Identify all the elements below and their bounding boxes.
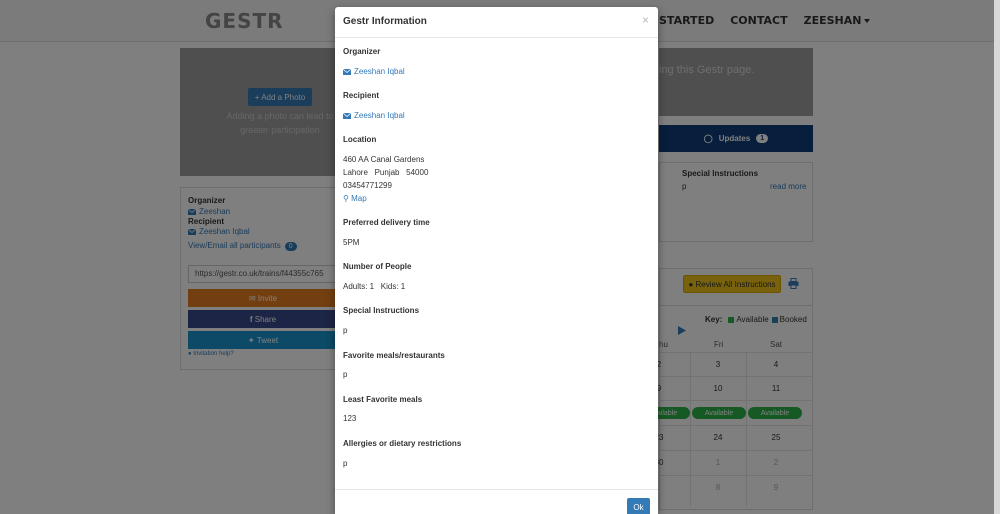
favorite-meals-label: Favorite meals/restaurants — [343, 351, 445, 360]
least-favorite-label: Least Favorite meals — [343, 395, 423, 404]
delivery-time-label: Preferred delivery time — [343, 218, 430, 227]
number-of-people-label: Number of People — [343, 262, 412, 271]
address-line2: Lahore Punjab 54000 — [343, 168, 429, 177]
modal-footer-divider — [335, 489, 658, 490]
allergies-value: p — [343, 459, 348, 468]
organizer-name: Zeeshan Iqbal — [354, 67, 405, 76]
modal-title: Gestr Information — [343, 16, 427, 27]
map-link[interactable]: ⚲ Map — [343, 194, 367, 203]
organizer-label: Organizer — [343, 47, 381, 56]
envelope-icon — [343, 68, 351, 75]
recipient-name: Zeeshan Iqbal — [354, 111, 405, 120]
allergies-label: Allergies or dietary restrictions — [343, 439, 462, 448]
map-marker-icon: ⚲ — [343, 194, 352, 203]
envelope-icon — [343, 112, 351, 119]
phone-number: 03454771299 — [343, 181, 392, 190]
close-icon[interactable]: × — [642, 13, 649, 27]
map-label: Map — [351, 194, 367, 203]
modal-header: Gestr Information × — [335, 7, 658, 38]
special-instructions-label: Special Instructions — [343, 306, 420, 315]
special-instructions-value: p — [343, 326, 348, 335]
recipient-label: Recipient — [343, 91, 380, 100]
address-line1: 460 AA Canal Gardens — [343, 155, 425, 164]
least-favorite-value: 123 — [343, 414, 357, 423]
location-label: Location — [343, 135, 377, 144]
favorite-meals-value: p — [343, 370, 348, 379]
delivery-time-value: 5PM — [343, 238, 360, 247]
gestr-information-modal: Gestr Information × Organizer Zeeshan Iq… — [335, 7, 658, 514]
number-of-people-value: Adults: 1 Kids: 1 — [343, 282, 406, 291]
ok-button[interactable]: Ok — [627, 498, 650, 514]
organizer-link[interactable]: Zeeshan Iqbal — [343, 67, 405, 76]
scrollbar[interactable] — [994, 0, 1000, 514]
recipient-link[interactable]: Zeeshan Iqbal — [343, 111, 405, 120]
